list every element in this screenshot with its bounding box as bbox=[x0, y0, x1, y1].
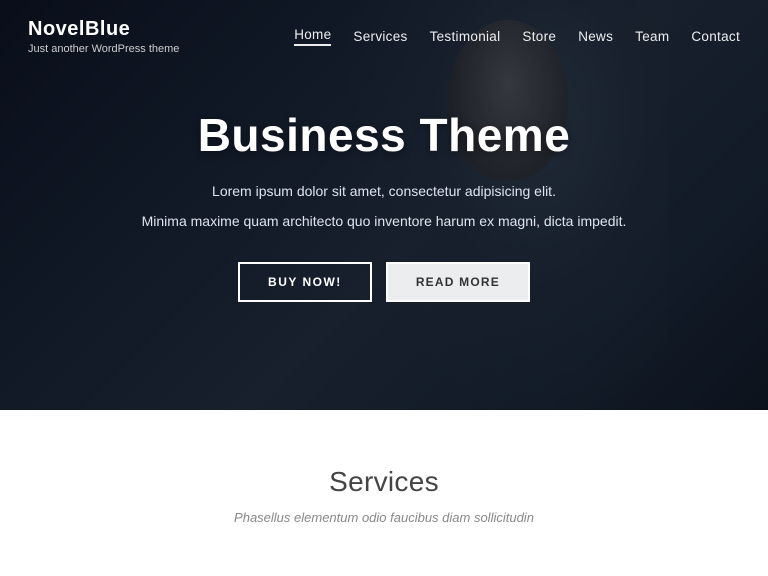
nav-store[interactable]: Store bbox=[522, 29, 556, 44]
nav-testimonial[interactable]: Testimonial bbox=[430, 29, 501, 44]
nav-services[interactable]: Services bbox=[353, 29, 407, 44]
services-section: Services Phasellus elementum odio faucib… bbox=[0, 410, 768, 576]
site-header: NovelBlue Just another WordPress theme H… bbox=[0, 0, 768, 73]
hero-content: Business Theme Lorem ipsum dolor sit ame… bbox=[102, 108, 667, 302]
nav-contact[interactable]: Contact bbox=[691, 29, 740, 44]
hero-title: Business Theme bbox=[142, 108, 627, 162]
services-title: Services bbox=[40, 466, 728, 498]
nav-news[interactable]: News bbox=[578, 29, 613, 44]
brand-tagline: Just another WordPress theme bbox=[28, 43, 179, 55]
hero-buttons: BUY NOW! READ MORE bbox=[142, 262, 627, 302]
services-subtitle: Phasellus elementum odio faucibus diam s… bbox=[40, 510, 728, 525]
nav-team[interactable]: Team bbox=[635, 29, 669, 44]
main-nav: Home Services Testimonial Store News Tea… bbox=[294, 27, 740, 46]
brand-block: NovelBlue Just another WordPress theme bbox=[28, 18, 179, 55]
nav-home[interactable]: Home bbox=[294, 27, 331, 46]
read-more-button[interactable]: READ MORE bbox=[386, 262, 530, 302]
hero-subtitle-1: Lorem ipsum dolor sit amet, consectetur … bbox=[142, 180, 627, 204]
buy-now-button[interactable]: BUY NOW! bbox=[238, 262, 372, 302]
brand-name: NovelBlue bbox=[28, 18, 179, 41]
hero-subtitle-2: Minima maxime quam architecto quo invent… bbox=[142, 210, 627, 234]
